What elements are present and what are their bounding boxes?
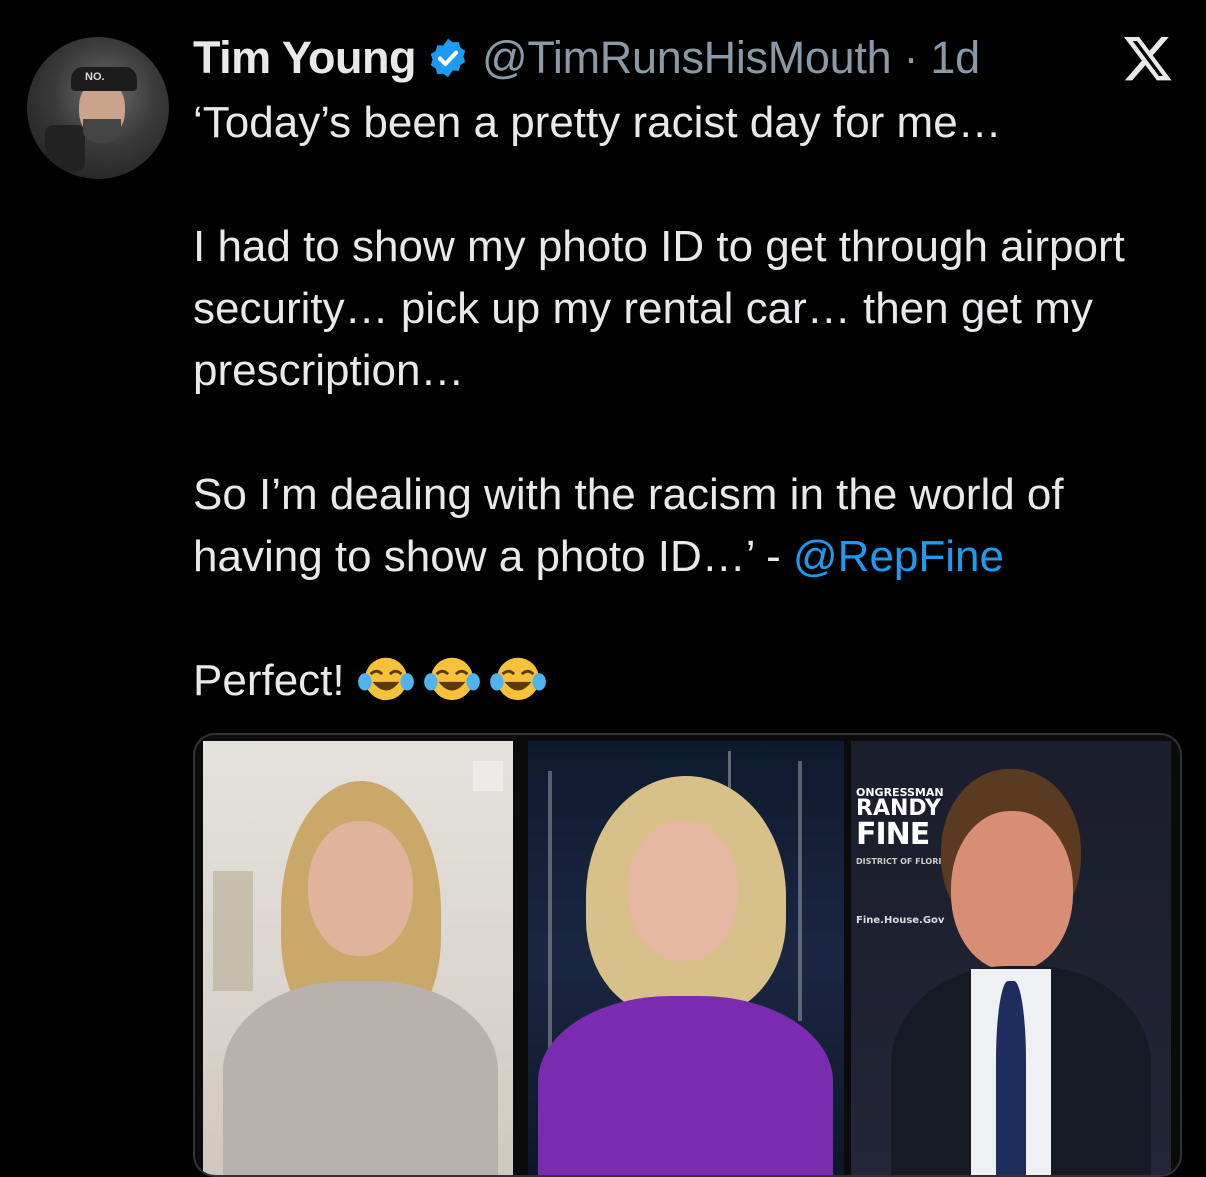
person-blouse xyxy=(538,996,833,1175)
person-tie xyxy=(996,981,1026,1175)
video-panel-right: ONGRESSMAN RANDY FINE DISTRICT OF FLORID… xyxy=(851,741,1171,1175)
tears-of-joy-emoji-icon xyxy=(489,657,546,701)
tears-of-joy-emoji-icon xyxy=(357,657,414,701)
author-handle-time[interactable]: @TimRunsHisMouth · 1d xyxy=(482,32,980,84)
verified-badge-icon xyxy=(430,38,466,78)
tweet-line-2: I had to show my photo ID to get through… xyxy=(193,222,1125,395)
tweet-header: Tim Young @TimRunsHisMouth · 1d xyxy=(193,32,980,84)
person-face xyxy=(951,811,1073,971)
x-logo-icon xyxy=(1123,36,1172,81)
shelf xyxy=(213,871,253,991)
tweet-media-image[interactable]: ONGRESSMAN RANDY FINE DISTRICT OF FLORID… xyxy=(193,733,1182,1177)
tears-of-joy-emoji-icon xyxy=(423,657,480,701)
tweet-line-3: So I’m dealing with the racism in the wo… xyxy=(193,464,1183,588)
avatar-beard xyxy=(83,119,121,143)
tweet-closing: Perfect! xyxy=(193,650,1183,712)
person-face xyxy=(308,821,413,956)
author-name[interactable]: Tim Young xyxy=(193,32,417,84)
avatar-hat-text: NO. xyxy=(85,71,105,83)
video-panel-left xyxy=(203,741,513,1175)
mention-link[interactable]: @RepFine xyxy=(793,532,1004,581)
tweet-closing-text: Perfect! xyxy=(193,656,345,705)
congressman-banner: ONGRESSMAN RANDY FINE DISTRICT OF FLORID… xyxy=(856,787,954,926)
banner-line-3: FINE xyxy=(856,817,930,852)
tweet-line-1: ‘Today’s been a pretty racist day for me… xyxy=(193,98,1002,147)
banner-line-5: Fine.House.Gov xyxy=(856,915,945,926)
video-panel-center xyxy=(528,741,844,1175)
avatar[interactable]: NO. xyxy=(27,37,169,179)
city-light xyxy=(798,761,802,1021)
banner-line-4: DISTRICT OF FLORIDA xyxy=(856,857,955,866)
wall-frame xyxy=(473,761,503,791)
tweet-text: ‘Today’s been a pretty racist day for me… xyxy=(193,92,1183,712)
person-sweater xyxy=(223,981,498,1175)
person-face xyxy=(628,821,738,961)
city-light xyxy=(548,771,552,1051)
microphone-shape xyxy=(45,125,85,171)
